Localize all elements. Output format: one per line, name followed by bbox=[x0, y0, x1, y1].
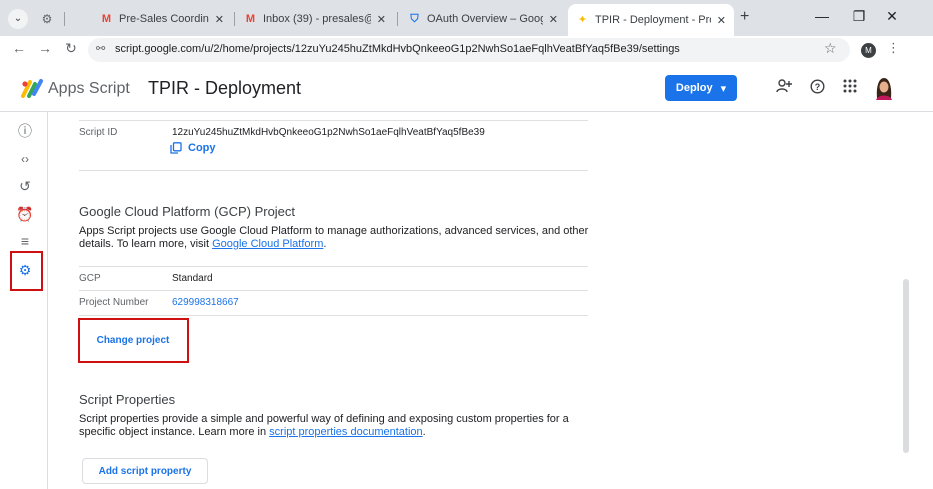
app-name[interactable]: Apps Script bbox=[48, 80, 130, 98]
apps-script-logo-icon[interactable] bbox=[20, 78, 44, 98]
script-id-value: 12zuYu245huZtMkdHvbQnkeeoG1p2NwhSo1aeFql… bbox=[172, 127, 485, 138]
script-properties-desc-period: . bbox=[422, 426, 426, 438]
gcp-section-title: Google Cloud Platform (GCP) Project bbox=[79, 204, 296, 219]
settings-highlight-box bbox=[10, 251, 43, 291]
caret-down-icon: ▾ bbox=[720, 82, 727, 95]
divider bbox=[79, 120, 588, 121]
tab-title: Inbox (39) - presales@threatcop bbox=[263, 13, 371, 25]
deploy-label: Deploy bbox=[675, 82, 713, 94]
tab-title: Pre-Sales Coordination - Chat bbox=[119, 13, 209, 25]
apps-script-icon: ✦ bbox=[577, 13, 588, 26]
script-properties-title: Script Properties bbox=[79, 392, 176, 407]
divider bbox=[79, 290, 588, 291]
executions-history-icon[interactable]: ↺ bbox=[14, 175, 36, 197]
script-properties-description: Script properties provide a simple and p… bbox=[79, 413, 599, 439]
add-script-property-button[interactable]: Add script property bbox=[82, 458, 208, 484]
svg-text:?: ? bbox=[814, 82, 820, 92]
scrollbar[interactable] bbox=[903, 112, 933, 489]
divider bbox=[79, 315, 588, 316]
browser-tab-strip: ⌄ ⚙ M Pre-Sales Coordination - Chat ✕ M … bbox=[0, 0, 933, 36]
close-icon[interactable]: ✕ bbox=[549, 13, 558, 26]
copy-label: Copy bbox=[188, 142, 216, 154]
add-user-icon[interactable] bbox=[774, 79, 794, 97]
editor-code-icon[interactable]: ‹› bbox=[14, 148, 36, 170]
tab-chat[interactable]: M Pre-Sales Coordination - Chat ✕ bbox=[92, 6, 232, 32]
help-icon[interactable]: ? bbox=[807, 79, 827, 98]
tab-inbox[interactable]: M Inbox (39) - presales@threatcop ✕ bbox=[236, 6, 394, 32]
app-header: Apps Script TPIR - Deployment Deploy ▾ ? bbox=[0, 64, 933, 112]
bookmark-star-icon[interactable]: ☆ bbox=[824, 40, 837, 57]
scrollbar-thumb[interactable] bbox=[903, 279, 909, 453]
tab-search-icon[interactable]: ⌄ bbox=[8, 9, 28, 29]
url-text[interactable]: script.google.com/u/2/home/projects/12zu… bbox=[115, 43, 680, 55]
script-properties-docs-link[interactable]: script properties documentation bbox=[269, 426, 422, 438]
left-nav-rail: ⓘ ‹› ↺ ⏰ ≡ ⚙ bbox=[0, 112, 48, 489]
browser-toolbar: ← → ↻ ⚯ script.google.com/u/2/home/proje… bbox=[0, 36, 933, 64]
gmail-icon: M bbox=[101, 12, 112, 25]
minimize-icon[interactable]: — bbox=[812, 8, 832, 24]
divider bbox=[79, 266, 588, 267]
tab-title: TPIR - Deployment - Project Se bbox=[595, 14, 711, 26]
project-number-link[interactable]: 629998318667 bbox=[172, 297, 239, 308]
site-info-icon[interactable]: ⚯ bbox=[96, 42, 105, 55]
copy-button[interactable]: Copy bbox=[170, 142, 216, 154]
change-project-highlight-box bbox=[78, 318, 189, 363]
tab-oauth[interactable]: ⛉ OAuth Overview – Google Auth ✕ bbox=[400, 6, 566, 32]
gcp-description: Apps Script projects use Google Cloud Pl… bbox=[79, 225, 599, 251]
executions-list-icon[interactable]: ≡ bbox=[14, 230, 36, 252]
reload-icon[interactable]: ↻ bbox=[61, 40, 81, 57]
tab-separator bbox=[64, 12, 65, 26]
gmail-icon: M bbox=[245, 12, 256, 25]
project-title[interactable]: TPIR - Deployment bbox=[148, 78, 301, 99]
gcp-type-label: GCP bbox=[79, 273, 101, 284]
gcp-desc-text: Apps Script projects use Google Cloud Pl… bbox=[79, 225, 589, 250]
profile-avatar[interactable]: M bbox=[861, 43, 876, 58]
address-bar[interactable]: ⚯ script.google.com/u/2/home/projects/12… bbox=[88, 38, 850, 62]
new-tab-icon[interactable]: + bbox=[740, 8, 749, 26]
gcp-learn-more-link[interactable]: Google Cloud Platform bbox=[212, 238, 323, 250]
overview-info-icon[interactable]: ⓘ bbox=[14, 120, 36, 142]
tab-separator bbox=[234, 12, 235, 26]
close-icon[interactable]: ✕ bbox=[215, 13, 224, 26]
divider bbox=[79, 170, 588, 171]
close-icon[interactable]: ✕ bbox=[377, 13, 386, 26]
more-menu-icon[interactable]: ⋮ bbox=[887, 40, 900, 56]
triggers-alarm-icon[interactable]: ⏰ bbox=[14, 203, 36, 225]
close-icon[interactable]: ✕ bbox=[717, 14, 726, 27]
back-icon[interactable]: ← bbox=[9, 40, 29, 56]
user-avatar[interactable] bbox=[873, 76, 895, 100]
project-number-label: Project Number bbox=[79, 297, 149, 308]
gcp-desc-period: . bbox=[323, 238, 327, 250]
tab-title: OAuth Overview – Google Auth bbox=[427, 13, 543, 25]
window-close-icon[interactable]: ✕ bbox=[882, 8, 902, 25]
pinned-tab-icon[interactable]: ⚙ bbox=[38, 10, 56, 28]
deploy-button[interactable]: Deploy ▾ bbox=[665, 75, 737, 101]
tab-separator bbox=[397, 12, 398, 26]
settings-content: Script ID 12zuYu245huZtMkdHvbQnkeeoG1p2N… bbox=[48, 112, 903, 489]
tab-deployment[interactable]: ✦ TPIR - Deployment - Project Se ✕ bbox=[568, 4, 734, 36]
forward-icon[interactable]: → bbox=[35, 40, 55, 56]
shield-icon: ⛉ bbox=[410, 12, 419, 25]
restore-icon[interactable]: ❐ bbox=[849, 8, 869, 25]
gcp-type-value: Standard bbox=[172, 273, 213, 284]
apps-grid-icon[interactable] bbox=[840, 79, 860, 97]
copy-icon bbox=[170, 142, 182, 154]
script-id-label: Script ID bbox=[79, 127, 118, 138]
